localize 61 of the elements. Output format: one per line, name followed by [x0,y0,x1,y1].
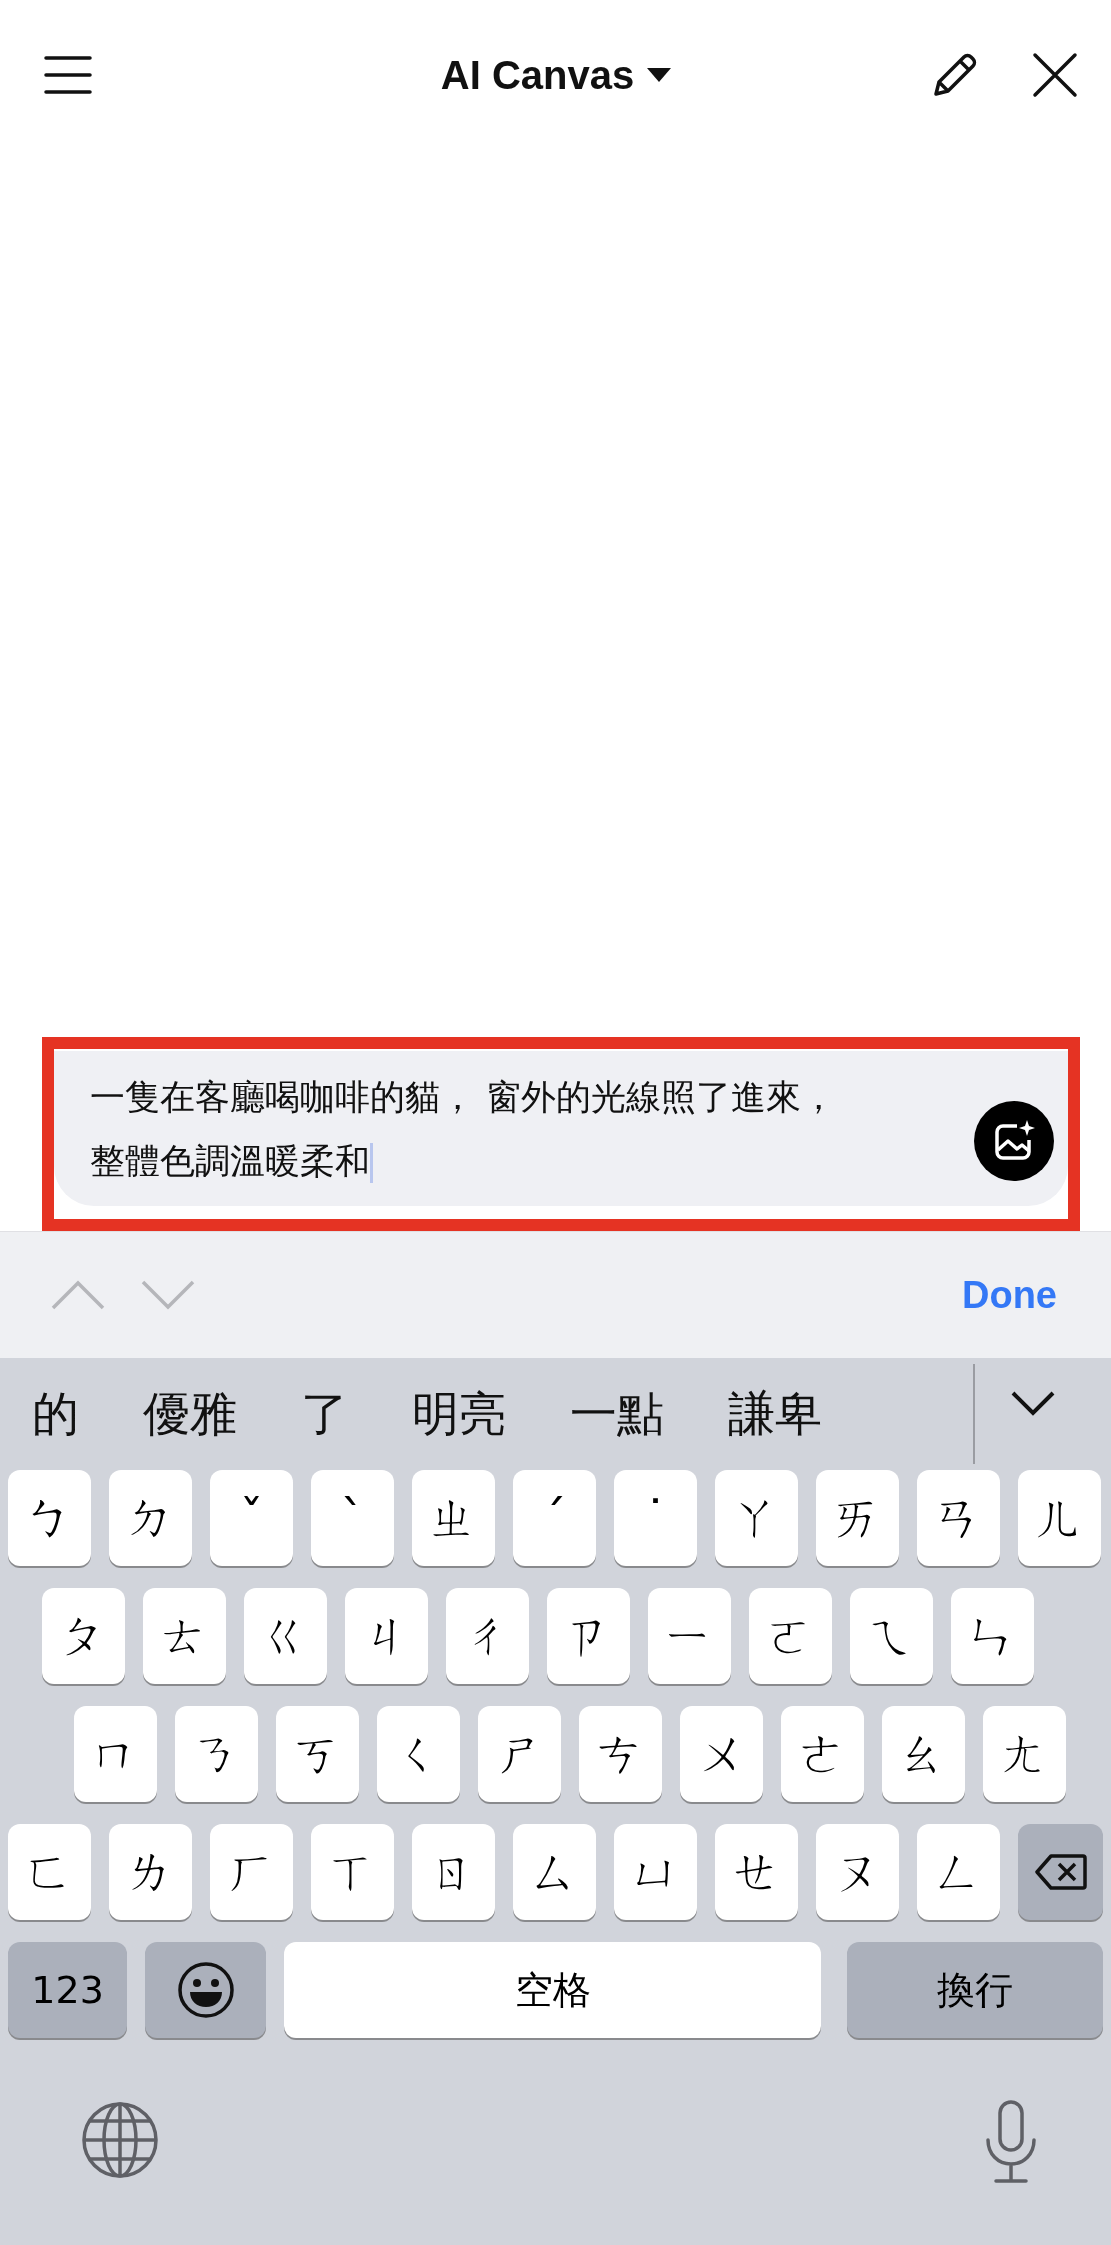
key[interactable]: ㄖ [412,1824,495,1920]
prompt-text: 整體色調溫暖柔和 [90,1129,373,1193]
candidate-word[interactable]: 明亮 [412,1382,506,1446]
key[interactable]: ㄆ [42,1588,125,1684]
key[interactable]: ㄙ [513,1824,596,1920]
key[interactable]: ˋ [311,1470,394,1566]
candidate-word[interactable]: 一點 [570,1382,664,1446]
key[interactable]: ㄓ [412,1470,495,1566]
key[interactable]: ㄊ [143,1588,226,1684]
done-button[interactable]: Done [956,1272,1063,1318]
smiley-icon [176,1961,235,2019]
prompt-text: 一隻在客廳喝咖啡的貓， 窗外的光線照了進來， [90,1076,837,1119]
candidate-word[interactable]: 了 [301,1382,348,1446]
return-key[interactable]: 換行 [846,1942,1103,2038]
key[interactable]: ㄞ [816,1470,899,1566]
key[interactable]: ˇ [210,1470,293,1566]
key[interactable]: ㄝ [715,1824,798,1920]
key[interactable]: ㄑ [377,1706,460,1802]
emoji-key[interactable] [145,1942,267,2038]
key[interactable]: ㄟ [850,1588,933,1684]
key[interactable]: ㄔ [446,1588,529,1684]
key[interactable]: ㄐ [345,1588,428,1684]
backspace-icon [1034,1854,1087,1890]
key[interactable]: ㄚ [715,1470,798,1566]
key[interactable]: ㄘ [579,1706,662,1802]
prompt-field[interactable]: 一隻在客廳喝咖啡的貓， 窗外的光線照了進來， 整體色調溫暖柔和 [54,1051,1068,1206]
globe-icon[interactable] [80,2100,160,2180]
key[interactable]: ㄏ [210,1824,293,1920]
candidate-word[interactable]: 的 [32,1382,79,1446]
key[interactable]: ㄗ [547,1588,630,1684]
key[interactable]: ㄢ [917,1470,1000,1566]
key[interactable]: ㄍ [244,1588,327,1684]
space-key[interactable]: 空格 [284,1942,821,2038]
numbers-key[interactable]: 123 [8,1942,128,2038]
key[interactable]: ㄦ [1018,1470,1101,1566]
key[interactable]: ˊ [513,1470,596,1566]
key[interactable]: ㄛ [749,1588,832,1684]
candidate-word[interactable]: 謙卑 [728,1382,822,1446]
key[interactable]: ㄤ [983,1706,1066,1802]
key[interactable]: ㄧ [648,1588,731,1684]
key[interactable]: ㄅ [8,1470,91,1566]
key[interactable]: ㄕ [478,1706,561,1802]
key[interactable]: ㄎ [276,1706,359,1802]
key[interactable]: ㄥ [917,1824,1000,1920]
key[interactable]: ㄋ [175,1706,258,1802]
key[interactable]: ㄣ [951,1588,1034,1684]
key[interactable]: ㄜ [781,1706,864,1802]
key[interactable]: ㄩ [614,1824,697,1920]
key[interactable]: ㄠ [882,1706,965,1802]
key[interactable]: ㄨ [680,1706,763,1802]
key[interactable]: ㄡ [816,1824,899,1920]
key[interactable]: ˙ [614,1470,697,1566]
key[interactable]: ㄒ [311,1824,394,1920]
key[interactable]: ㄉ [109,1470,192,1566]
candidate-word[interactable]: 優雅 [143,1382,237,1446]
title-dropdown[interactable]: AI Canvas [186,51,927,99]
key[interactable]: ㄌ [109,1824,192,1920]
caret-icon [646,67,673,83]
key[interactable]: ㄇ [74,1706,157,1802]
backspace-key[interactable] [1018,1824,1103,1920]
key[interactable]: ㄈ [8,1824,91,1920]
